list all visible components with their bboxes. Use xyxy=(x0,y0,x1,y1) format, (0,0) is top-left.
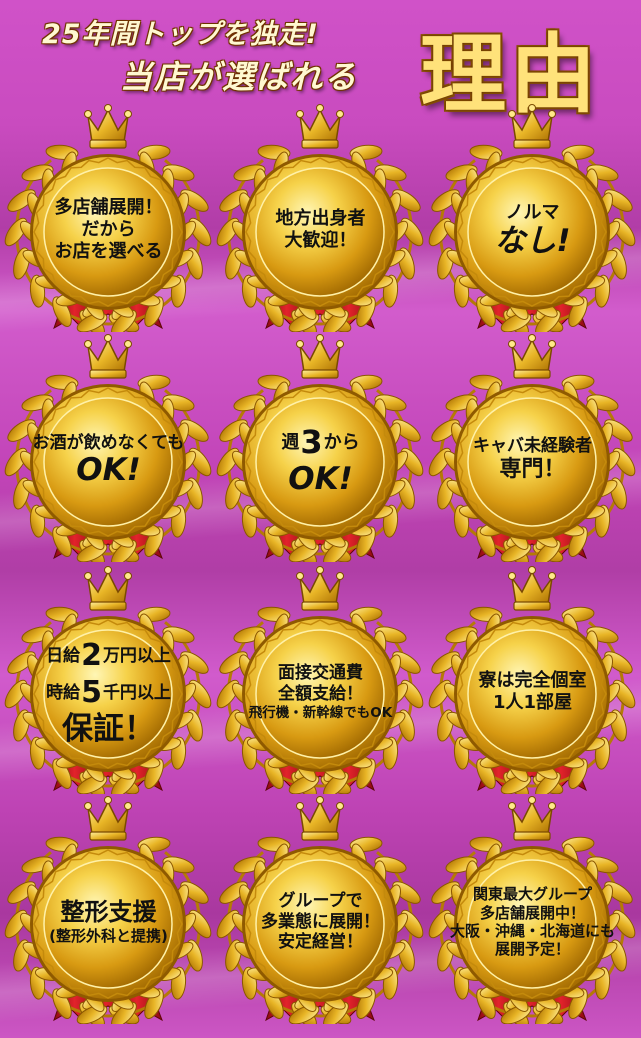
header-line-2: 当店が選ばれる xyxy=(120,58,359,96)
award-badge-10: 整形支援 (整形外科と提携) xyxy=(2,792,215,1024)
award-badge-8: 面接交通費 全額支給！ 飛行機・新幹線でもOK xyxy=(214,562,427,794)
award-badge-11: グループで 多業態に展開！ 安定経営！ xyxy=(214,792,427,1024)
award-badge-2: 地方出身者 大歓迎！ xyxy=(214,100,427,332)
award-badge-4: お酒が飲めなくても OK! xyxy=(2,330,215,562)
award-text-11: グループで 多業態に展開！ 安定経営！ xyxy=(261,890,380,953)
header-line-1: 25年間トップを独走! xyxy=(42,19,319,50)
award-text-4: お酒が飲めなくても OK! xyxy=(32,432,185,489)
award-badge-7: 日給2万円以上 時給5千円以上 保証！ xyxy=(2,562,215,794)
award-badge-5: 週3から OK! xyxy=(214,330,427,562)
award-text-12: 関東最大グループ 多店舗展開中！ 大阪・沖縄・北海道にも 展開予定！ xyxy=(449,885,615,959)
crown-icon xyxy=(508,566,556,611)
crown-icon xyxy=(84,104,132,149)
award-text-6: キャバ未経験者 専門！ xyxy=(473,436,592,482)
award-text-10: 整形支援 (整形外科と提携) xyxy=(49,898,168,946)
award-text-3: ノルマ なし! xyxy=(494,201,571,259)
award-text-2: 地方出身者 大歓迎！ xyxy=(275,208,366,251)
crown-icon xyxy=(296,566,344,611)
award-text-7: 日給2万円以上 時給5千円以上 保証！ xyxy=(46,638,171,747)
crown-icon xyxy=(508,104,556,149)
award-text-8: 面接交通費 全額支給！ 飛行機・新幹線でもOK xyxy=(248,663,393,721)
crown-icon xyxy=(84,796,132,841)
crown-icon xyxy=(508,796,556,841)
crown-icon xyxy=(508,334,556,379)
award-badge-6: キャバ未経験者 専門！ xyxy=(426,330,639,562)
crown-icon xyxy=(296,104,344,149)
header: 25年間トップを独走! 当店が選ばれる 理由 xyxy=(0,0,641,125)
award-text-9: 寮は完全個室 1人1部屋 xyxy=(478,670,587,713)
award-text-5: 週3から OK! xyxy=(281,423,360,498)
award-badge-3: ノルマ なし! xyxy=(426,100,639,332)
crown-icon xyxy=(296,334,344,379)
crown-icon xyxy=(84,334,132,379)
award-badge-1: 多店舗展開！ だから お店を選べる xyxy=(2,100,215,332)
award-badge-12: 関東最大グループ 多店舗展開中！ 大阪・沖縄・北海道にも 展開予定！ xyxy=(426,792,639,1024)
award-text-1: 多店舗展開！ だから お店を選べる xyxy=(54,197,163,262)
award-badge-9: 寮は完全個室 1人1部屋 xyxy=(426,562,639,794)
crown-icon xyxy=(84,566,132,611)
crown-icon xyxy=(296,796,344,841)
